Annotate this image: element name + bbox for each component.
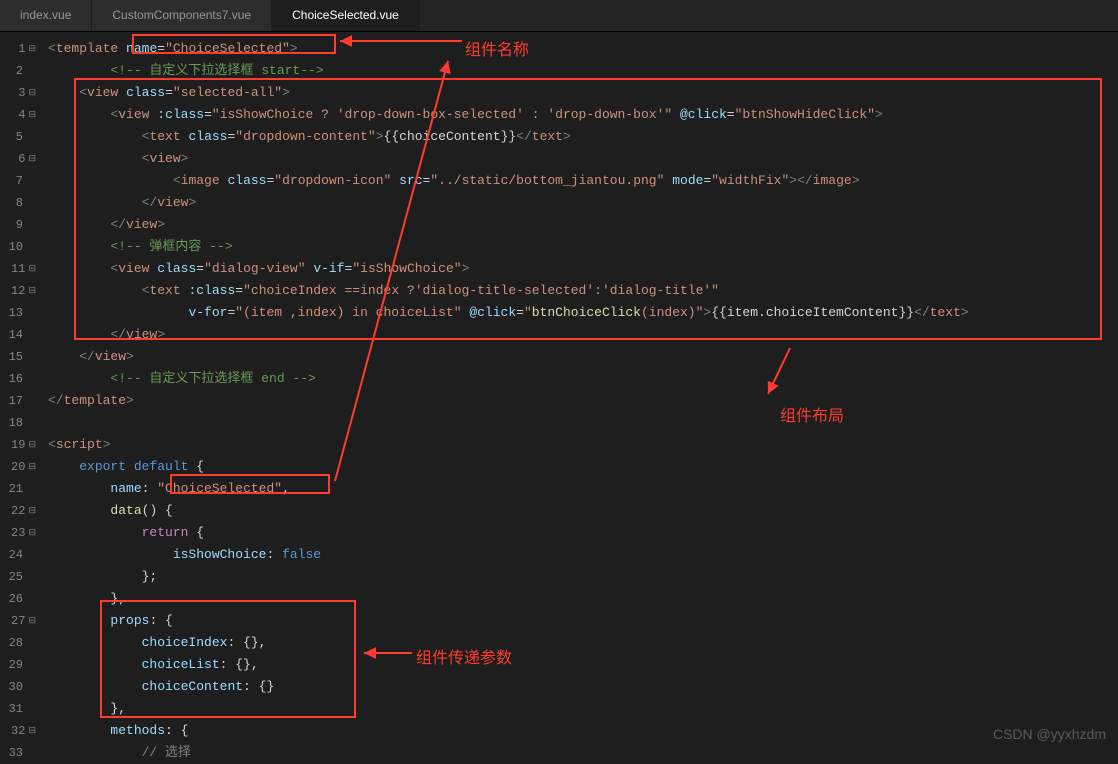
code-line[interactable]: [40, 412, 1118, 434]
line-number: 25: [0, 566, 36, 588]
code-line[interactable]: },: [40, 588, 1118, 610]
line-number: 1⊟: [0, 38, 36, 60]
code-line[interactable]: export default {: [40, 456, 1118, 478]
fold-icon[interactable]: ⊟: [28, 522, 36, 544]
line-number: 10: [0, 236, 36, 258]
fold-icon[interactable]: ⊟: [28, 38, 36, 60]
fold-icon[interactable]: ⊟: [28, 610, 36, 632]
line-number: 2: [0, 60, 36, 82]
fold-icon[interactable]: ⊟: [28, 434, 36, 456]
code-line[interactable]: <text :class="choiceIndex ==index ?'dial…: [40, 280, 1118, 302]
fold-icon[interactable]: ⊟: [28, 500, 36, 522]
code-line[interactable]: choiceList: {},: [40, 654, 1118, 676]
code-line[interactable]: <script>: [40, 434, 1118, 456]
line-number: 11⊟: [0, 258, 36, 280]
fold-icon[interactable]: ⊟: [28, 280, 36, 302]
watermark: CSDN @yyxhzdm: [993, 726, 1106, 742]
line-number: 9: [0, 214, 36, 236]
code-line[interactable]: <!-- 弹框内容 -->: [40, 236, 1118, 258]
line-number: 3⊟: [0, 82, 36, 104]
code-line[interactable]: </view>: [40, 346, 1118, 368]
line-number: 22⊟: [0, 500, 36, 522]
code-line[interactable]: </view>: [40, 214, 1118, 236]
line-number: 32⊟: [0, 720, 36, 742]
line-number: 18: [0, 412, 36, 434]
line-number: 30: [0, 676, 36, 698]
line-number: 12⊟: [0, 280, 36, 302]
code-line[interactable]: v-for="(item ,index) in choiceList" @cli…: [40, 302, 1118, 324]
code-line[interactable]: <text class="dropdown-content">{{choiceC…: [40, 126, 1118, 148]
line-number: 20⊟: [0, 456, 36, 478]
line-number: 14: [0, 324, 36, 346]
code-line[interactable]: </template>: [40, 390, 1118, 412]
code-line[interactable]: <view>: [40, 148, 1118, 170]
tab-choice-selected[interactable]: ChoiceSelected.vue: [272, 0, 420, 31]
code-line[interactable]: // 选择: [40, 742, 1118, 764]
fold-icon[interactable]: ⊟: [28, 82, 36, 104]
fold-icon[interactable]: ⊟: [28, 258, 36, 280]
line-number: 16: [0, 368, 36, 390]
line-number: 17: [0, 390, 36, 412]
code-line[interactable]: <view class="dialog-view" v-if="isShowCh…: [40, 258, 1118, 280]
code-line[interactable]: <template name="ChoiceSelected">: [40, 38, 1118, 60]
line-number: 15: [0, 346, 36, 368]
code-line[interactable]: methods: {: [40, 720, 1118, 742]
tab-bar: index.vue CustomComponents7.vue ChoiceSe…: [0, 0, 1118, 32]
code-line[interactable]: </view>: [40, 324, 1118, 346]
code-editor[interactable]: 1⊟23⊟4⊟56⊟7891011⊟12⊟13141516171819⊟20⊟2…: [0, 32, 1118, 750]
line-number: 4⊟: [0, 104, 36, 126]
code-line[interactable]: choiceIndex: {},: [40, 632, 1118, 654]
line-number: 24: [0, 544, 36, 566]
code-line[interactable]: name: "ChoiceSelected",: [40, 478, 1118, 500]
code-line[interactable]: };: [40, 566, 1118, 588]
code-line[interactable]: choiceContent: {}: [40, 676, 1118, 698]
code-content[interactable]: <template name="ChoiceSelected"> <!-- 自定…: [40, 32, 1118, 750]
line-number: 6⊟: [0, 148, 36, 170]
code-line[interactable]: </view>: [40, 192, 1118, 214]
code-line[interactable]: return {: [40, 522, 1118, 544]
code-line[interactable]: <!-- 自定义下拉选择框 end -->: [40, 368, 1118, 390]
line-number: 7: [0, 170, 36, 192]
tab-custom-components[interactable]: CustomComponents7.vue: [92, 0, 272, 31]
code-line[interactable]: },: [40, 698, 1118, 720]
tab-index-vue[interactable]: index.vue: [0, 0, 92, 31]
fold-icon[interactable]: ⊟: [28, 720, 36, 742]
fold-icon[interactable]: ⊟: [28, 104, 36, 126]
line-number: 13: [0, 302, 36, 324]
line-number: 5: [0, 126, 36, 148]
code-line[interactable]: <!-- 自定义下拉选择框 start-->: [40, 60, 1118, 82]
line-number-gutter: 1⊟23⊟4⊟56⊟7891011⊟12⊟13141516171819⊟20⊟2…: [0, 32, 40, 750]
code-line[interactable]: props: {: [40, 610, 1118, 632]
line-number: 31: [0, 698, 36, 720]
fold-icon[interactable]: ⊟: [28, 148, 36, 170]
code-line[interactable]: data() {: [40, 500, 1118, 522]
line-number: 21: [0, 478, 36, 500]
line-number: 19⊟: [0, 434, 36, 456]
line-number: 8: [0, 192, 36, 214]
fold-icon[interactable]: ⊟: [28, 456, 36, 478]
line-number: 28: [0, 632, 36, 654]
line-number: 26: [0, 588, 36, 610]
code-line[interactable]: <view :class="isShowChoice ? 'drop-down-…: [40, 104, 1118, 126]
code-line[interactable]: <view class="selected-all">: [40, 82, 1118, 104]
line-number: 33: [0, 742, 36, 764]
line-number: 27⊟: [0, 610, 36, 632]
code-line[interactable]: isShowChoice: false: [40, 544, 1118, 566]
line-number: 29: [0, 654, 36, 676]
code-line[interactable]: <image class="dropdown-icon" src="../sta…: [40, 170, 1118, 192]
line-number: 23⊟: [0, 522, 36, 544]
